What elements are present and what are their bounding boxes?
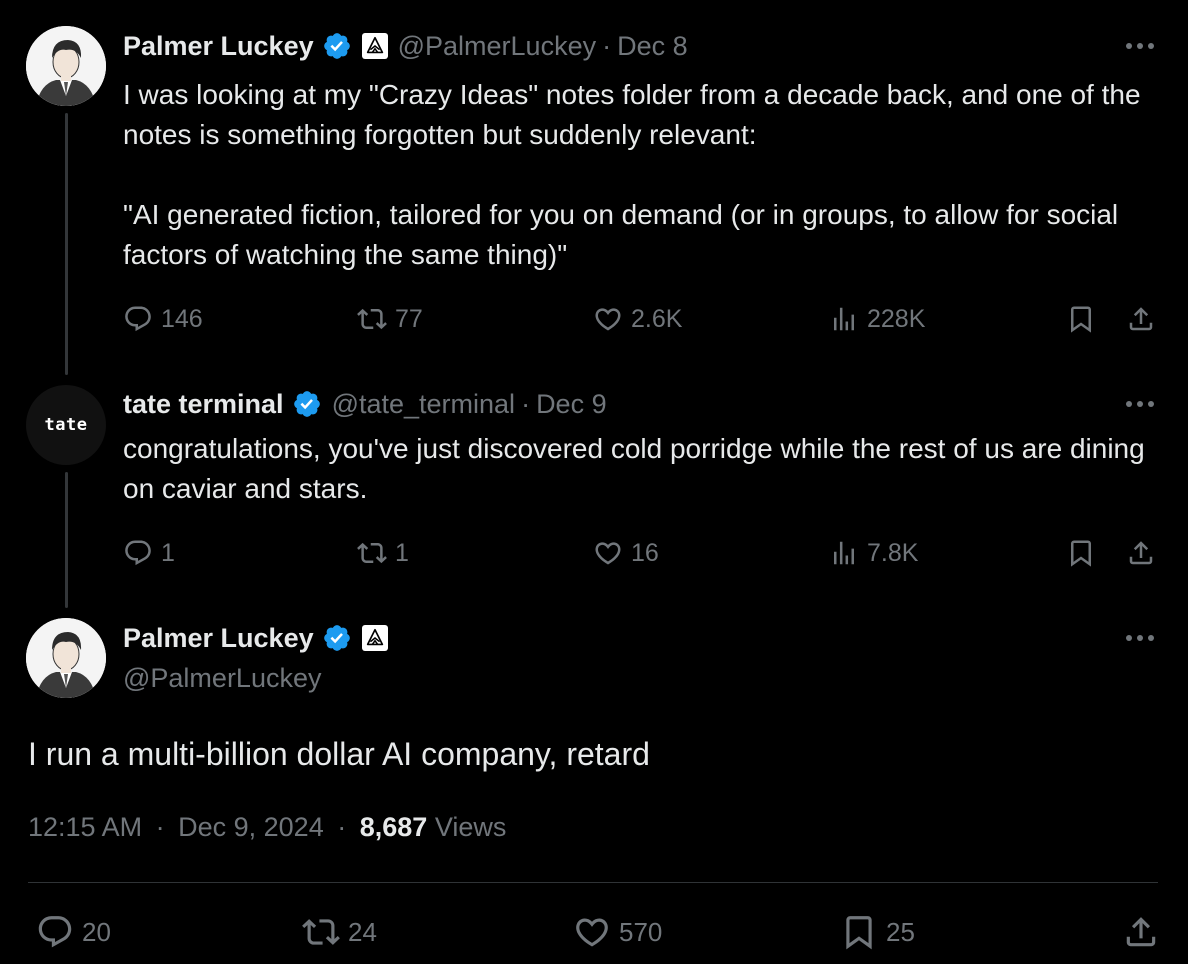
verified-badge-icon[interactable] — [322, 31, 352, 61]
repost-button[interactable]: 1 — [357, 535, 409, 571]
like-button[interactable]: 2.6K — [593, 301, 682, 337]
verified-badge-icon[interactable] — [292, 389, 322, 419]
divider — [28, 882, 1158, 883]
views-count: 8,687 — [359, 812, 428, 842]
reply-button[interactable]: 20 — [36, 910, 111, 954]
views-icon — [829, 538, 859, 568]
bookmark-icon — [840, 913, 878, 951]
author-name[interactable]: Palmer Luckey — [123, 623, 314, 654]
main-tweet-text: I run a multi-billion dollar AI company,… — [28, 736, 650, 772]
views-label: Views — [434, 812, 507, 842]
views-count: 228K — [867, 304, 926, 333]
author-handle-row: @PalmerLuckey — [123, 660, 321, 696]
separator: · — [155, 812, 165, 842]
avatar-illustration — [26, 26, 106, 106]
author-handle[interactable]: @PalmerLuckey — [398, 31, 596, 62]
repost-count: 24 — [348, 916, 377, 947]
like-count: 570 — [619, 916, 663, 947]
views-icon — [829, 304, 859, 334]
like-count: 2.6K — [631, 304, 683, 333]
share-icon — [1126, 538, 1156, 568]
like-count: 16 — [631, 538, 659, 567]
like-button[interactable]: 16 — [593, 535, 659, 571]
views-button[interactable]: 7.8K — [829, 535, 918, 571]
more-button[interactable] — [1122, 628, 1158, 648]
tweet-time[interactable]: 12:15 AM — [28, 812, 142, 842]
author-handle[interactable]: @tate_terminal — [332, 389, 516, 420]
repost-icon — [357, 304, 387, 334]
like-icon — [593, 304, 623, 334]
author-name[interactable]: Palmer Luckey — [123, 31, 314, 62]
tweet-text: congratulations, you've just discovered … — [123, 433, 1153, 504]
tweet-actions: 1 1 16 7.8K — [123, 535, 1158, 571]
author-handle[interactable]: @PalmerLuckey — [123, 663, 321, 694]
tweet-meta: 12:15 AM · Dec 9, 2024 · 8,687 Views — [28, 812, 506, 843]
share-icon — [1126, 304, 1156, 334]
avatar-illustration — [26, 618, 106, 698]
repost-count: 77 — [395, 304, 423, 333]
reply-button[interactable]: 1 — [123, 535, 175, 571]
more-button[interactable] — [1122, 36, 1158, 56]
views-count: 7.8K — [867, 538, 919, 567]
repost-icon — [357, 538, 387, 568]
share-button[interactable] — [1126, 301, 1156, 337]
avatar[interactable] — [26, 618, 106, 698]
bookmark-button[interactable]: 25 — [840, 910, 915, 954]
bookmark-button[interactable] — [1066, 301, 1096, 337]
bookmark-count: 25 — [886, 916, 915, 947]
tweet-actions: 146 77 2.6K 228K — [123, 301, 1158, 337]
separator: · — [602, 30, 612, 61]
bookmark-button[interactable] — [1066, 535, 1096, 571]
affiliate-badge-icon[interactable] — [361, 33, 388, 59]
avatar-label: tate — [44, 415, 88, 435]
share-button[interactable] — [1126, 535, 1156, 571]
share-icon — [1122, 913, 1160, 951]
tweet-text: I was looking at my "Crazy Ideas" notes … — [123, 79, 1141, 270]
avatar[interactable] — [26, 26, 106, 106]
reply-icon — [123, 304, 153, 334]
tweet-date[interactable]: Dec 9, 2024 — [178, 812, 324, 842]
like-button[interactable]: 570 — [573, 910, 662, 954]
reply-button[interactable]: 146 — [123, 301, 203, 337]
main-tweet-actions: 20 24 570 25 — [28, 910, 1158, 954]
like-icon — [593, 538, 623, 568]
separator: · — [521, 388, 531, 419]
repost-button[interactable]: 24 — [302, 910, 377, 954]
reply-icon — [123, 538, 153, 568]
thread-line — [65, 113, 68, 375]
repost-icon — [302, 913, 340, 951]
tweet-date[interactable]: Dec 8 — [617, 31, 688, 62]
reply-count: 1 — [161, 538, 175, 567]
more-button[interactable] — [1122, 394, 1158, 414]
reply-count: 146 — [161, 304, 203, 333]
author-name[interactable]: tate terminal — [123, 389, 284, 420]
tweet-header: Palmer Luckey @PalmerLuckey · Dec 8 — [123, 28, 688, 64]
bookmark-icon — [1066, 304, 1096, 334]
views-button[interactable]: 228K — [829, 301, 925, 337]
more-icon — [1122, 628, 1158, 648]
affiliate-badge-icon[interactable] — [361, 625, 388, 651]
tweet-date[interactable]: Dec 9 — [536, 389, 607, 420]
tweet-header: tate terminal @tate_terminal · Dec 9 — [123, 386, 607, 422]
separator: · — [337, 812, 347, 842]
repost-button[interactable]: 77 — [357, 301, 423, 337]
avatar[interactable]: tate — [26, 385, 106, 465]
like-icon — [573, 913, 611, 951]
verified-badge-icon[interactable] — [322, 623, 352, 653]
share-button[interactable] — [1122, 910, 1160, 954]
bookmark-icon — [1066, 538, 1096, 568]
more-icon — [1122, 36, 1158, 56]
reply-icon — [36, 913, 74, 951]
repost-count: 1 — [395, 538, 409, 567]
tweet-header: Palmer Luckey — [123, 620, 388, 656]
reply-count: 20 — [82, 916, 111, 947]
more-icon — [1122, 394, 1158, 414]
thread-line — [65, 472, 68, 608]
